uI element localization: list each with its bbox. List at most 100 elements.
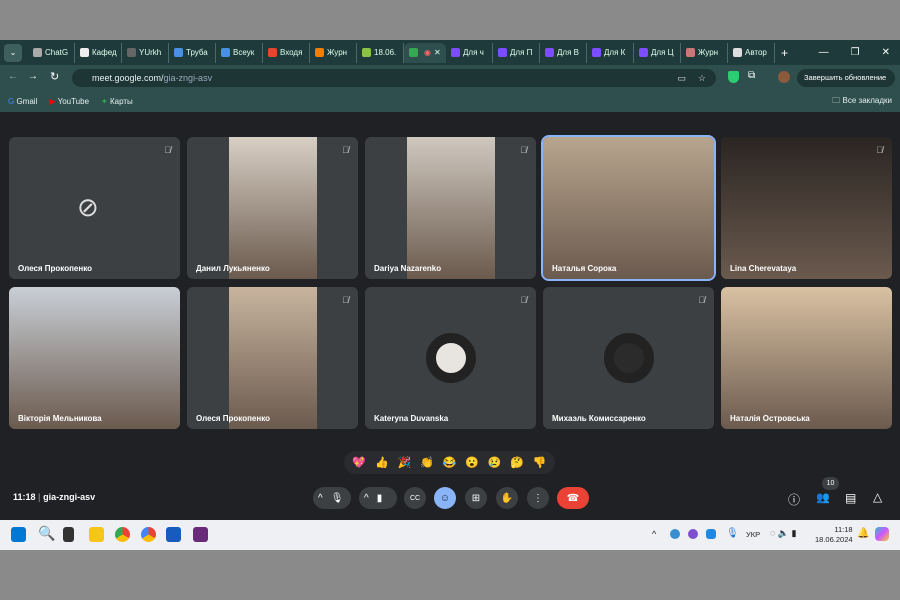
participant-name: Наталія Островська [730,414,810,423]
tab[interactable]: Входя [263,42,310,63]
mic-muted-icon: 🎙̸ [164,145,171,155]
new-tab-button[interactable]: + [781,46,788,60]
winrar-icon[interactable] [193,527,208,542]
start-icon[interactable] [11,527,26,542]
mic-options-button[interactable]: ^ 🎙 [313,487,351,509]
reactions-bar: 💖 👍 🎉 👏 😂 😮 😢 🤔 👎 [344,451,555,474]
chrome-icon[interactable] [115,527,130,542]
reaction-emoji-button[interactable]: 😂 [443,456,457,469]
info-icon[interactable]: ⓘ [788,491,800,508]
file-explorer-icon[interactable] [89,527,104,542]
notifications-icon[interactable]: 🔔 [857,528,869,539]
chat-icon[interactable]: ▤ [845,491,856,505]
network-volume-battery-icons[interactable]: ◌ 🔈 ▮ [770,528,797,539]
tab[interactable]: Всеук [216,42,263,63]
tab[interactable]: Автор [728,42,775,63]
search-icon[interactable]: 🔍 [38,525,55,542]
participant-name: Lina Cherevataya [730,264,797,273]
language-indicator[interactable]: УКР [746,530,760,539]
tab[interactable]: ◉ ✕ [404,42,446,63]
tray-app-icon[interactable] [670,529,680,539]
tab[interactable]: Для Ц [634,42,681,63]
reactions-button[interactable]: ☺ [434,487,456,509]
extensions-icon[interactable]: ⧉ [748,70,755,81]
minimize-button[interactable]: — [819,47,829,58]
participant-tile[interactable]: 🎙̸ Данил Лукьяненко [187,137,358,279]
reaction-emoji-button[interactable]: 🎉 [398,456,412,469]
participant-tile[interactable]: Наталія Островська [721,287,892,429]
bookmark-youtube[interactable]: ▶ YouTube [49,97,89,106]
participant-tile[interactable]: Наталья Сорока [541,135,716,281]
copilot-icon[interactable] [875,527,889,541]
participant-tile[interactable]: 🎙̸ Олеся Прокопенко [187,287,358,429]
tab[interactable]: 18.06. [357,42,404,63]
forward-button[interactable]: → [28,71,38,82]
restore-button[interactable]: ❐ [851,47,860,58]
bookmark-star-icon[interactable]: ☆ [698,69,706,87]
activities-icon[interactable]: △ [873,490,882,504]
participant-tile[interactable]: 🎙̸ Михаэль Комиссаренко [543,287,714,429]
shield-extension-icon[interactable] [728,71,739,83]
camera-toggle-icon[interactable]: ▮ [377,493,383,504]
tab[interactable]: Для ч [446,42,493,63]
tab[interactable]: Для В [540,42,587,63]
participant-name: Dariya Nazarenko [374,264,442,273]
taskbar: 🔍 ^ 🎙 УКР ◌ 🔈 ▮ 11:18 18.06.2024 🔔 [0,520,900,550]
tab[interactable]: Для П [493,42,540,63]
participant-tile[interactable]: Вікторія Мельникова [9,287,180,429]
tab[interactable]: Труба [169,42,216,63]
bookmark-gmail[interactable]: G Gmail [8,97,37,106]
mic-muted-icon: 🎙̸ [698,295,705,305]
reload-button[interactable]: ↻ [50,70,59,83]
tab[interactable]: Для К [587,42,634,63]
more-options-button[interactable]: ⋮ [527,487,549,509]
participant-video [229,137,317,279]
leave-call-button[interactable]: ☎ [557,487,589,509]
camera-options-button[interactable]: ^ ▮ [359,487,397,509]
tab[interactable]: Журн [681,42,728,63]
all-bookmarks[interactable]: 🗀 Все закладки [832,95,892,109]
participant-tile[interactable]: 🎙̸ Kateryna Duvanska [365,287,536,429]
tab-favicon-icon [174,48,183,57]
tab-favicon-icon [686,48,695,57]
profile-avatar[interactable] [778,71,790,83]
tab-search-button[interactable]: ⌄ [4,43,22,62]
tab-favicon-icon [545,48,554,57]
tab[interactable]: ChatG [28,42,75,63]
raise-hand-button[interactable]: ✋ [496,487,518,509]
mic-icon[interactable]: 🎙 [331,493,344,504]
task-view-icon[interactable] [63,527,74,542]
reaction-emoji-button[interactable]: 👎 [533,456,547,469]
reaction-emoji-button[interactable]: 👍 [375,456,389,469]
reaction-emoji-button[interactable]: 😢 [488,456,502,469]
tab[interactable]: Кафед [75,42,122,63]
participant-video [721,287,892,429]
present-button[interactable]: ⊞ [465,487,487,509]
participant-tile[interactable]: ⊘ 🎙̸ Олеся Прокопенко [9,137,180,279]
defender-icon[interactable] [706,529,716,539]
word-icon[interactable] [166,527,181,542]
close-window-button[interactable]: ✕ [882,47,890,58]
participant-tile[interactable]: 🎙̸ Lina Cherevataya [721,137,892,279]
people-icon[interactable]: 👥 [816,491,830,504]
reaction-emoji-button[interactable]: 😮 [465,456,479,469]
reaction-emoji-button[interactable]: 💖 [352,456,366,469]
reaction-emoji-button[interactable]: 🤔 [510,456,524,469]
captions-button[interactable]: CC [404,487,426,509]
back-button[interactable]: ← [8,71,18,82]
address-input[interactable]: meet.google.com/gia-zngi-asv ▭ ☆ [72,69,716,87]
chrome-profile-icon[interactable] [141,527,156,542]
microphone-tray-icon[interactable]: 🎙 [726,528,739,539]
clock[interactable]: 11:18 18.06.2024 [815,525,853,545]
tab[interactable]: YUrkh [122,42,169,63]
bookmark-maps[interactable]: ✦ Карты [101,97,133,106]
tab[interactable]: Журн [310,42,357,63]
reaction-emoji-button[interactable]: 👏 [420,456,434,469]
tray-chevron-icon[interactable]: ^ [652,529,656,539]
close-tab-icon[interactable]: ✕ [434,48,441,57]
update-button[interactable]: Завершить обновление ⋮ [797,69,895,100]
participant-tile[interactable]: 🎙̸ Dariya Nazarenko [365,137,536,279]
camera-icon[interactable]: ▭ [677,69,686,87]
viber-icon[interactable] [688,529,698,539]
participant-video [229,287,317,429]
